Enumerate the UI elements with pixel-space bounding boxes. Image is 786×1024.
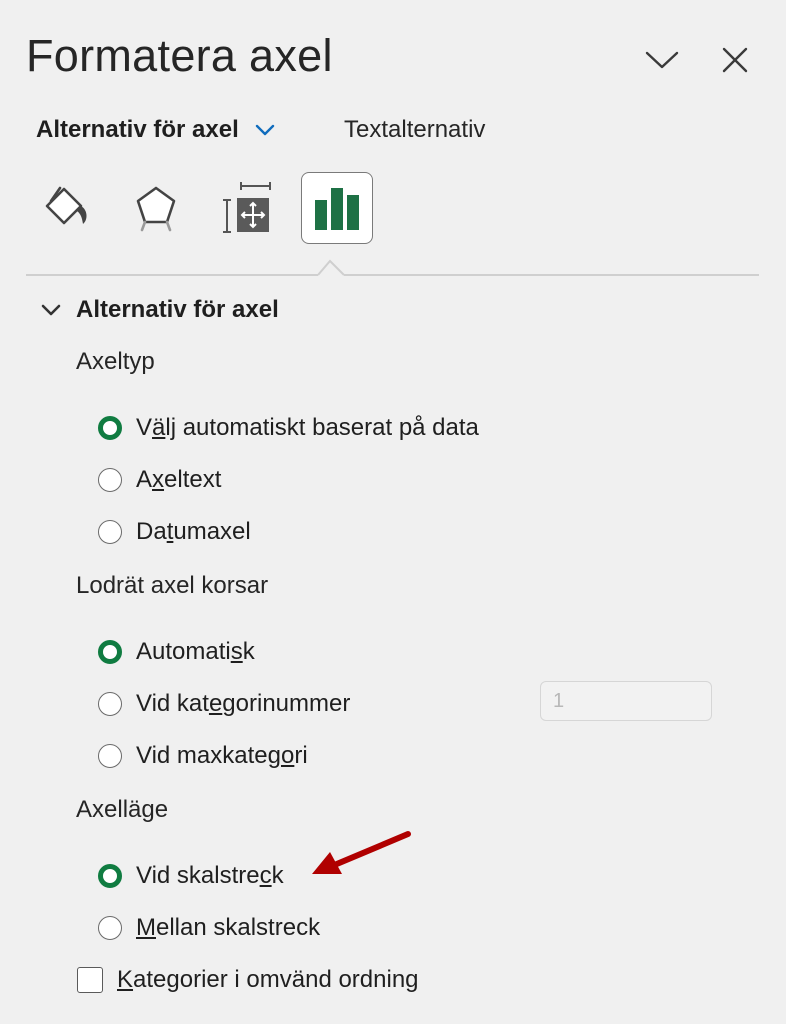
close-icon xyxy=(722,47,748,73)
fill-line-category[interactable] xyxy=(28,172,100,244)
radio-button[interactable] xyxy=(98,468,122,492)
radio-text-axis[interactable]: Axeltext xyxy=(98,466,221,494)
section-axis-options-toggle[interactable]: Alternativ för axel xyxy=(40,296,279,324)
checkbox[interactable] xyxy=(77,967,103,993)
radio-label: Vid maxkategori xyxy=(136,742,308,769)
radio-button[interactable] xyxy=(98,916,122,940)
axis-position-label: Axelläge xyxy=(76,796,169,823)
format-axis-pane: Formatera axel Alternativ för axel Texta… xyxy=(0,0,786,1024)
tab-text-options[interactable]: Textalternativ xyxy=(344,116,485,144)
bar-chart-icon xyxy=(315,188,359,230)
axis-type-label: Axeltyp xyxy=(76,348,155,375)
category-number-input[interactable] xyxy=(540,681,712,721)
radio-date-axis[interactable]: Datumaxel xyxy=(98,518,251,546)
radio-auto-axis-type[interactable]: Välj automatiskt baserat på data xyxy=(98,414,479,442)
radio-between-tick-marks[interactable]: Mellan skalstreck xyxy=(98,914,320,942)
radio-label: Mellan skalstreck xyxy=(136,914,321,941)
checkbox-label: Kategorier i omvänd ordning xyxy=(117,966,419,993)
radio-label: Axeltext xyxy=(136,466,222,493)
section-title: Alternativ för axel xyxy=(76,296,279,323)
radio-label: Vid skalstreck xyxy=(136,862,284,889)
radio-button[interactable] xyxy=(98,692,122,716)
radio-crosses-category-number[interactable]: Vid kategorinummer xyxy=(98,690,350,718)
radio-crosses-automatic[interactable]: Automatisk xyxy=(98,638,255,666)
tab-divider xyxy=(26,259,759,276)
close-button[interactable] xyxy=(713,38,757,82)
radio-label: Automatisk xyxy=(136,638,255,665)
axis-options-category[interactable] xyxy=(301,172,373,244)
pentagon-icon xyxy=(136,186,176,232)
checkbox-categories-reverse-order[interactable]: Kategorier i omvänd ordning xyxy=(77,966,419,994)
pane-title: Formatera axel xyxy=(26,30,333,81)
size-properties-category[interactable] xyxy=(210,172,282,244)
radio-button[interactable] xyxy=(98,744,122,768)
radio-button[interactable] xyxy=(98,520,122,544)
chevron-down-icon[interactable] xyxy=(255,124,275,136)
task-pane-options-button[interactable] xyxy=(640,38,684,82)
tab-axis-options[interactable]: Alternativ för axel xyxy=(36,116,275,144)
radio-crosses-max-category[interactable]: Vid maxkategori xyxy=(98,742,308,770)
chevron-down-icon xyxy=(645,51,679,69)
radio-button[interactable] xyxy=(98,416,122,440)
radio-on-tick-marks[interactable]: Vid skalstreck xyxy=(98,862,284,890)
annotation-arrow-icon xyxy=(312,831,411,874)
tab-axis-options-label: Alternativ för axel xyxy=(36,116,239,143)
vertical-axis-crosses-label: Lodrät axel korsar xyxy=(76,572,269,599)
effects-category[interactable] xyxy=(120,172,192,244)
radio-label: Vid kategorinummer xyxy=(136,690,351,717)
radio-label: Välj automatiskt baserat på data xyxy=(136,414,479,441)
paint-bucket-icon xyxy=(45,186,87,225)
radio-button[interactable] xyxy=(98,864,122,888)
radio-label: Datumaxel xyxy=(136,518,251,545)
radio-button[interactable] xyxy=(98,640,122,664)
size-properties-icon xyxy=(223,182,271,233)
chevron-down-icon xyxy=(41,304,61,316)
